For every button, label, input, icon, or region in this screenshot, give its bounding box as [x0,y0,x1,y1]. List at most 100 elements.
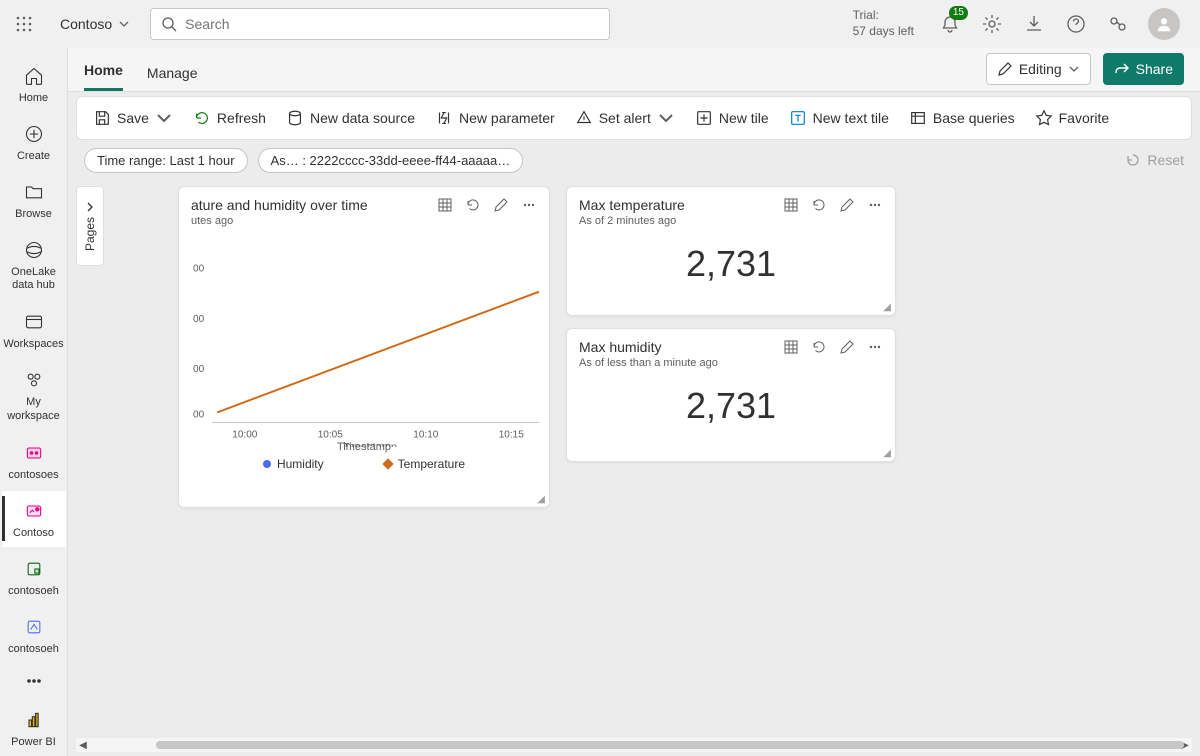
chevron-down-icon [155,109,173,127]
top-bar: Contoso Trial: 57 days left 15 [0,0,1200,48]
time-range-chip[interactable]: Time range: Last 1 hour [84,148,248,173]
onelake-icon [24,240,44,260]
person-icon [1155,15,1173,33]
save-button[interactable]: Save [85,103,181,133]
refresh-button[interactable]: Refresh [185,103,274,133]
rail-browse[interactable]: Browse [2,172,66,228]
tile-time-series[interactable]: ature and humidity over time utes ago 00… [178,186,550,508]
tab-manage[interactable]: Manage [147,55,198,91]
tab-home[interactable]: Home [84,52,123,91]
new-text-tile-button[interactable]: New text tile [781,103,897,133]
eventstream-icon [24,443,44,463]
tile-edit-icon[interactable] [839,339,855,360]
set-alert-button[interactable]: Set alert [567,103,683,133]
resize-handle-icon[interactable]: ◢ [537,494,545,505]
ribbon: Save Refresh New data source New paramet… [76,96,1192,140]
resize-handle-icon[interactable]: ◢ [883,302,891,313]
folder-icon [24,182,44,202]
dashboard-icon [24,501,44,521]
reset-button[interactable]: Reset [1125,152,1184,168]
search-input[interactable] [185,16,599,32]
chevron-down-icon [657,109,675,127]
tile-refresh-icon[interactable] [811,197,827,218]
favorite-button[interactable]: Favorite [1027,103,1118,133]
share-button[interactable]: Share [1103,53,1184,85]
kqldb-icon [24,617,44,637]
new-parameter-button[interactable]: New parameter [427,103,563,133]
tile-refresh-icon[interactable] [465,197,481,218]
tile-explore-icon[interactable] [783,339,799,360]
pages-panel-toggle[interactable]: Pages [76,186,104,266]
scroll-thumb[interactable] [156,741,1184,749]
app-launcher-icon[interactable] [8,8,40,40]
user-avatar[interactable] [1148,8,1180,40]
tile-refresh-icon[interactable] [811,339,827,360]
chevron-down-icon [118,18,130,30]
tile-icon [695,109,713,127]
rail-contosoes[interactable]: contosoes [2,433,66,489]
tile-subtitle: utes ago [191,215,437,227]
resize-handle-icon[interactable]: ◢ [883,448,891,459]
refresh-icon [193,109,211,127]
tile-subtitle: As of 2 minutes ago [579,215,783,227]
rail-create[interactable]: Create [2,114,66,170]
tile-more-icon[interactable] [521,197,537,218]
rail-home[interactable]: Home [2,56,66,112]
rail-workspaces[interactable]: Workspaces [2,302,66,358]
search-box[interactable] [150,8,610,40]
gear-icon [982,14,1002,34]
rail-contoso[interactable]: Contoso [2,491,66,547]
svg-text:00: 00 [193,264,205,275]
line-chart: 00 00 00 00 10:00 10:05 10:10 10:15 Time… [179,227,549,447]
database-icon [286,109,304,127]
nav-rail: Home Create Browse OneLake data hub Work… [0,48,68,756]
svg-text:10:05: 10:05 [318,430,344,441]
reset-icon [1125,152,1141,168]
tile-subtitle: As of less than a minute ago [579,357,783,369]
tile-edit-icon[interactable] [839,197,855,218]
pencil-icon [997,61,1013,77]
tile-more-icon[interactable] [867,339,883,360]
tile-max-humidity[interactable]: Max humidity As of less than a minute ag… [566,328,896,462]
tile-edit-icon[interactable] [493,197,509,218]
tile-explore-icon[interactable] [783,197,799,218]
editing-dropdown[interactable]: Editing [986,53,1091,85]
metric-value: 2,731 [567,243,895,285]
feedback-button[interactable] [1106,12,1130,36]
rail-more[interactable] [2,665,66,697]
tile-explore-icon[interactable] [437,197,453,218]
trial-status: Trial: 57 days left [853,8,914,39]
rail-myworkspace[interactable]: My workspace [2,360,66,430]
tile-max-temperature[interactable]: Max temperature As of 2 minutes ago 2,73… [566,186,896,316]
filter-row: Time range: Last 1 hour As… : 2222cccc-3… [68,140,1200,180]
myworkspace-icon [24,370,44,390]
help-button[interactable] [1064,12,1088,36]
workspace-name: Contoso [60,16,112,32]
rail-powerbi[interactable]: Power BI [2,700,66,756]
svg-text:10:15: 10:15 [499,430,525,441]
main-area: Home Manage Editing Share Save Refresh N… [68,48,1200,756]
text-tile-icon [789,109,807,127]
settings-button[interactable] [980,12,1004,36]
scroll-left-icon[interactable]: ◀ [76,740,90,751]
new-datasource-button[interactable]: New data source [278,103,423,133]
rail-contosoeh2[interactable]: contosoeh [2,607,66,663]
base-queries-button[interactable]: Base queries [901,103,1023,133]
tile-title: Max humidity [579,339,783,355]
tile-more-icon[interactable] [867,197,883,218]
notifications-button[interactable]: 15 [938,12,962,36]
download-button[interactable] [1022,12,1046,36]
horizontal-scrollbar[interactable]: ◀ ▶ [76,738,1192,752]
rail-contosoeh1[interactable]: contosoeh [2,549,66,605]
rail-onelake[interactable]: OneLake data hub [2,230,66,300]
queries-icon [909,109,927,127]
page-tabs: Home Manage Editing Share [68,48,1200,92]
svg-text:00: 00 [193,409,205,420]
feedback-icon [1108,14,1128,34]
top-actions: 15 [926,8,1192,40]
new-tile-button[interactable]: New tile [687,103,777,133]
chevron-right-icon [84,201,96,213]
asset-chip[interactable]: As… : 2222cccc-33dd-eeee-ff44-aaaaa… [258,148,524,173]
workspaces-icon [24,312,44,332]
workspace-dropdown[interactable]: Contoso [52,12,138,36]
